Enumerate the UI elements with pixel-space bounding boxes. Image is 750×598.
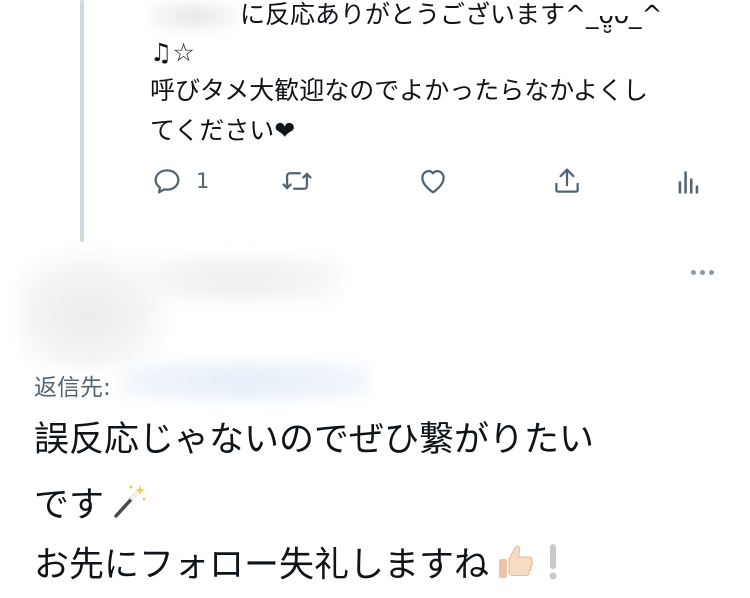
replying-to-label: 返信先: (34, 375, 111, 401)
reply-text-line-1: 誤反応じゃないのでぜひ繋がりたい (34, 420, 595, 460)
thumbs-up-emoji (495, 540, 537, 593)
retweet-icon (282, 172, 312, 190)
share-icon (555, 168, 579, 193)
reply-text-line-3: お先にフォロー失礼しますね (34, 545, 490, 586)
tweet-actions-bar: 1 (150, 163, 710, 199)
tweet-text-line-2: ♫☆ (150, 38, 195, 67)
reply-count: 1 (196, 169, 210, 193)
more-dot-icon (709, 270, 714, 275)
reply-icon (154, 169, 180, 194)
tweet-text-line-3: 呼びタメ大歓迎なのでよかったらなかよくし (150, 76, 649, 105)
more-dot-icon (691, 270, 696, 275)
blurred-reply-handle[interactable] (120, 360, 370, 402)
more-dot-icon (700, 270, 705, 275)
thread-line (80, 0, 84, 242)
share-button[interactable] (550, 163, 584, 199)
like-button[interactable] (416, 163, 450, 199)
blurred-display-name (140, 255, 340, 303)
magic-wand-emoji (110, 482, 148, 531)
analytics-button[interactable] (670, 163, 704, 199)
reply-text-line-3-wrap: お先にフォロー失礼しますね (34, 540, 563, 593)
tweet-text-line-1: に反応ありがとうございます^_ᴗ̤̮ᴗ_^ (240, 0, 663, 29)
exclamation-emoji (543, 540, 563, 593)
tweet-text-line-4: てください❤ (150, 116, 296, 145)
reply-button[interactable]: 1 (150, 163, 209, 199)
heart-icon (421, 169, 445, 194)
reply-text-line-2: です (34, 485, 105, 526)
retweet-button[interactable] (280, 163, 314, 199)
reply-text-line-2-wrap: です (34, 482, 148, 531)
more-options-button[interactable] (691, 270, 714, 275)
analytics-icon (678, 171, 699, 194)
blurred-username (150, 0, 236, 32)
